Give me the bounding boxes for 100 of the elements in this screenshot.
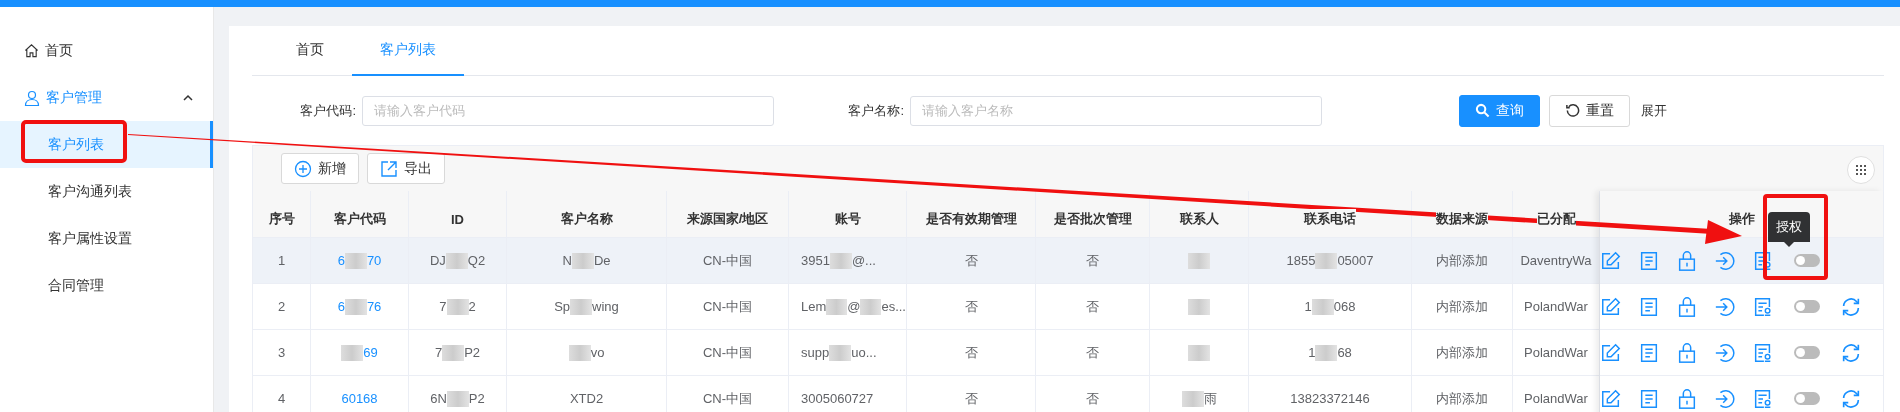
document-icon[interactable] xyxy=(1638,341,1660,364)
column-header: 来源国家/地区 xyxy=(686,209,769,229)
column-header: 是否批次管理 xyxy=(1053,209,1132,229)
column-header: 操作 xyxy=(1728,210,1755,228)
table-cell: 内部添加 xyxy=(1412,330,1513,375)
sign-in-icon[interactable] xyxy=(1714,341,1736,364)
plus-icon xyxy=(294,159,312,178)
certificate-icon[interactable] xyxy=(1752,249,1774,272)
export-button[interactable]: 导出 xyxy=(367,153,445,184)
refresh-icon[interactable] xyxy=(1840,295,1862,318)
table-cell: CN-中国 xyxy=(667,284,789,329)
document-icon[interactable] xyxy=(1638,387,1660,410)
blur-patch xyxy=(1181,390,1204,407)
field-label: 客户代码: xyxy=(299,101,356,120)
cell-text: @ xyxy=(847,299,861,314)
reset-button[interactable]: 重置 xyxy=(1549,94,1630,127)
menu-item[interactable]: 客户属性设置 xyxy=(0,215,213,262)
sign-in-icon[interactable] xyxy=(1714,249,1736,272)
lock-icon[interactable] xyxy=(1676,341,1698,364)
lock-icon[interactable] xyxy=(1676,295,1698,318)
add-button[interactable]: 新增 xyxy=(281,153,359,184)
expand-link[interactable]: 展开 xyxy=(1641,101,1667,120)
table-cell: 否 xyxy=(907,284,1036,329)
table-cell: 13823372146 xyxy=(1249,376,1412,412)
column-header: 已分配 xyxy=(1536,209,1576,229)
edit-icon[interactable] xyxy=(1600,341,1622,364)
blur-patch xyxy=(442,344,465,361)
table-row[interactable]: 3 69 7 P2 vo CN-中国 supp uo... 否 否 1 68 内部添加 PolandWar xyxy=(253,330,1600,376)
cell-text: 3951 xyxy=(801,253,830,268)
blur-patch xyxy=(344,252,367,269)
cell-text: 7 xyxy=(434,345,443,360)
blur-patch xyxy=(568,344,591,361)
sign-in-icon[interactable] xyxy=(1714,387,1736,410)
cell-text: P2 xyxy=(464,345,481,360)
table-cell: 否 xyxy=(907,376,1036,412)
column-settings-button[interactable] xyxy=(1847,156,1875,184)
input-field[interactable]: 请输入客户名称 xyxy=(910,95,1322,126)
lock-icon[interactable] xyxy=(1676,387,1698,410)
table-cell: CN-中国 xyxy=(667,376,789,412)
edit-icon[interactable] xyxy=(1600,295,1622,318)
input-field[interactable]: 请输入客户代码 xyxy=(362,95,774,126)
certificate-icon[interactable] xyxy=(1752,295,1774,318)
cell-text: 雨 xyxy=(1203,389,1217,408)
certificate-icon[interactable] xyxy=(1752,387,1774,410)
toggle-switch[interactable] xyxy=(1794,346,1820,359)
refresh-icon[interactable] xyxy=(1840,387,1862,410)
blur-patch xyxy=(1188,252,1210,269)
search-icon xyxy=(1475,103,1490,118)
blur-patch xyxy=(829,252,852,269)
cell-text: 1 xyxy=(1304,299,1312,314)
cell-text: 7 xyxy=(439,299,447,314)
toggle-switch[interactable] xyxy=(1794,392,1820,405)
column-header: 联系人 xyxy=(1179,209,1219,229)
cell-text: De xyxy=(593,253,611,268)
blur-patch xyxy=(1315,252,1338,269)
cell-text: vo xyxy=(590,345,605,360)
cell-text: Lem xyxy=(801,299,827,314)
home-icon xyxy=(24,43,39,58)
blur-patch xyxy=(1315,344,1338,361)
blur-patch xyxy=(445,252,468,269)
cell-text: DJ xyxy=(429,253,446,268)
cell-text: wing xyxy=(592,299,619,314)
field-label: 客户名称: xyxy=(847,101,904,120)
toggle-switch[interactable] xyxy=(1794,300,1820,313)
user-icon xyxy=(24,89,40,106)
toggle-switch[interactable] xyxy=(1794,254,1820,267)
cell-text: 2 xyxy=(468,299,476,314)
column-header: 数据来源 xyxy=(1436,209,1488,229)
certificate-icon[interactable] xyxy=(1752,341,1774,364)
cell-text: N xyxy=(562,253,572,268)
sign-in-icon[interactable] xyxy=(1714,295,1736,318)
grid-icon xyxy=(1855,164,1867,176)
refresh-icon[interactable] xyxy=(1840,341,1862,364)
edit-icon[interactable] xyxy=(1600,387,1622,410)
table-cell: 2 xyxy=(253,284,311,329)
cell-text: @... xyxy=(851,253,876,268)
blur-patch xyxy=(1188,344,1210,361)
cell-text: 1 xyxy=(1308,345,1316,360)
menu-item[interactable]: 首页 xyxy=(45,41,73,60)
cell-text: 068 xyxy=(1333,299,1356,314)
table-cell: XTD2 xyxy=(507,376,667,412)
table-cell: 否 xyxy=(1036,238,1150,283)
lock-icon[interactable] xyxy=(1676,249,1698,272)
document-icon[interactable] xyxy=(1638,249,1660,272)
tab[interactable]: 首页 xyxy=(268,26,352,76)
document-icon[interactable] xyxy=(1638,295,1660,318)
menu-item[interactable]: 客户沟通列表 xyxy=(0,168,213,215)
blur-patch xyxy=(860,298,882,315)
table-cell: 4 xyxy=(253,376,311,412)
table-cell: 内部添加 xyxy=(1412,238,1513,283)
table-cell: 否 xyxy=(1036,284,1150,329)
chevron-icon[interactable] xyxy=(183,93,193,102)
blur-patch xyxy=(571,252,594,269)
cell-text: 6N xyxy=(430,391,447,406)
blur-patch xyxy=(344,298,367,315)
blur-patch xyxy=(1311,298,1334,315)
menu-item[interactable]: 合同管理 xyxy=(0,262,213,309)
cell-text: P2 xyxy=(468,391,485,406)
edit-icon[interactable] xyxy=(1600,249,1622,272)
blur-patch xyxy=(446,390,469,407)
